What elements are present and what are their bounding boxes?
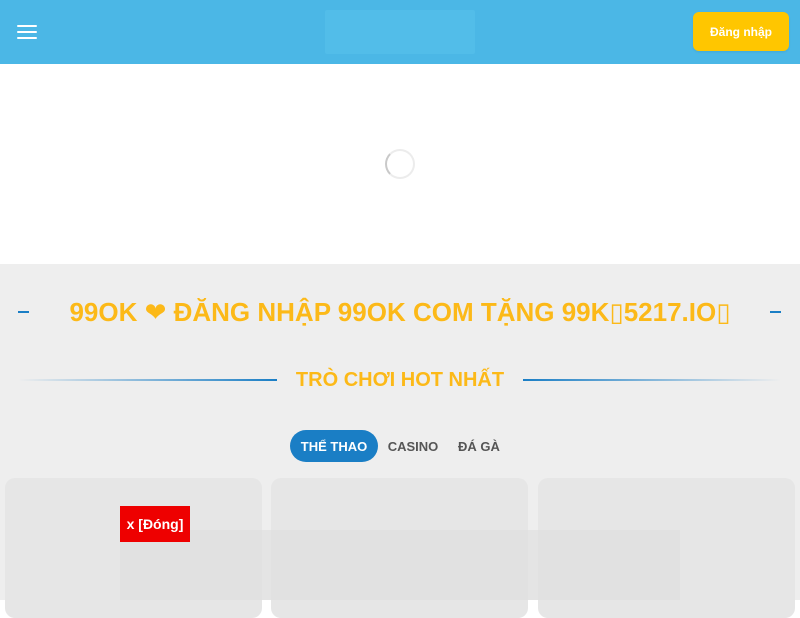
floating-ad-banner[interactable] [120,530,680,600]
menu-line [17,37,37,39]
main-title-row: 99OK ❤ ĐĂNG NHẬP 99OK COM TẶNG 99K▯5217.… [0,294,800,330]
site-logo[interactable] [325,10,475,54]
top-header: Đăng nhập [0,0,800,64]
menu-line [17,25,37,27]
title-dash-right [770,311,781,313]
menu-line [17,31,37,33]
section-divider-right [523,379,781,381]
tab-casino[interactable]: CASINO [382,430,444,462]
login-button[interactable]: Đăng nhập [693,12,789,51]
section-divider-left [18,379,277,381]
section-title: TRÒ CHƠI HOT NHẤT [295,369,505,391]
tab-cockfighting[interactable]: ĐÁ GÀ [452,430,506,462]
title-dash-left [18,311,29,313]
section-heading-row: TRÒ CHƠI HOT NHẤT [0,364,800,396]
loading-spinner-icon [385,149,415,179]
banner-slider [0,64,800,264]
close-ad-button[interactable]: x [Đóng] [120,506,190,542]
hamburger-menu-icon[interactable] [14,20,40,44]
page-title: 99OK ❤ ĐĂNG NHẬP 99OK COM TẶNG 99K▯5217.… [69,297,731,327]
tab-sports[interactable]: THỂ THAO [290,430,378,462]
